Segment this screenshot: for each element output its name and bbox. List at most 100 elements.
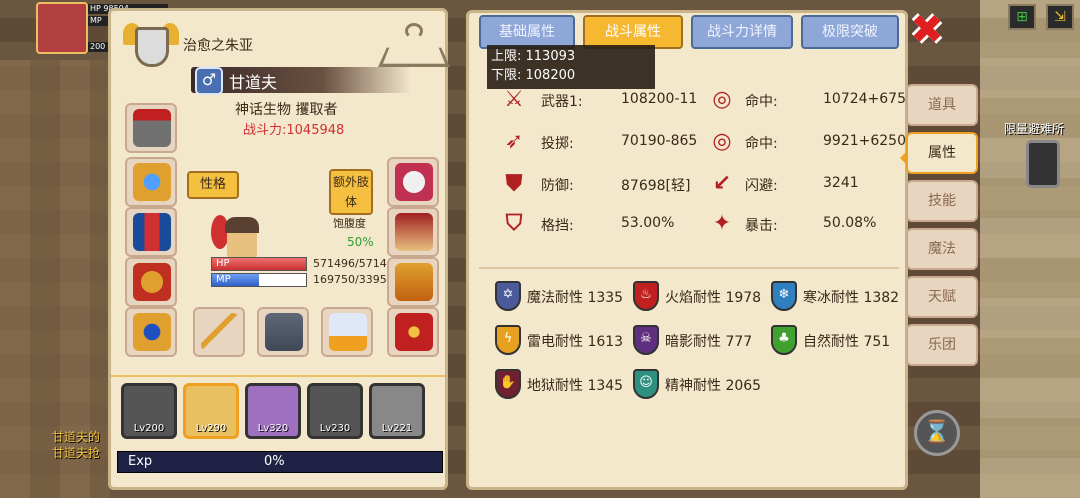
cape-icon [395, 213, 433, 251]
character-panel: 治愈之朱亚 ♂ 甘道夫 神话生物 攫取者 战斗力:1045948 性格 额外肢体… [108, 8, 450, 490]
hit1-value: 10724+6756 [823, 91, 915, 107]
tab-limit-break[interactable]: 极限突破 [801, 15, 899, 49]
throw-label: 投掷: [541, 136, 574, 152]
spear-icon [201, 313, 239, 351]
equip-slot-ring[interactable] [125, 307, 177, 357]
exp-label: Exp [128, 454, 153, 469]
wardrobe-hanger-icon[interactable] [378, 23, 450, 69]
equip-slot-glove[interactable] [387, 157, 439, 207]
mp-value: 169750/3395 [313, 273, 387, 286]
side-item-attributes[interactable]: 属性 [900, 132, 978, 174]
dodge-arrow-icon: ↙ [712, 171, 732, 196]
defense-value: 87698[轻] [621, 178, 691, 194]
weapon-label: 武器1: [541, 94, 583, 110]
side-item-magic[interactable]: 魔法 [906, 228, 978, 270]
armor-icon [133, 213, 171, 251]
team-member-2[interactable]: Lv290 [183, 383, 239, 439]
equip-slot-gauntlet[interactable] [125, 257, 177, 307]
tab-power-details[interactable]: 战斗力详情 [691, 15, 793, 49]
personality-button[interactable]: 性格 [187, 171, 239, 199]
hit1-label: 命中: [745, 94, 778, 110]
gauntlet-icon [133, 263, 171, 301]
demon-mask-icon [395, 313, 433, 351]
hourglass-icon[interactable]: ⌛ [914, 410, 960, 456]
equip-slot-offhand[interactable] [257, 307, 309, 357]
fire-icon: ♨ [633, 281, 659, 311]
bg-caption-2: 甘道夫抢 [52, 446, 101, 460]
close-button[interactable]: ✖ [908, 10, 946, 50]
damage-range-tooltip: 上限: 113093 下限: 108200 [487, 45, 655, 89]
shelter-label: 限量避难所 [1004, 122, 1065, 136]
equip-slot-accessory[interactable] [387, 307, 439, 357]
team-member-5[interactable]: Lv221 [369, 383, 425, 439]
team-member-1[interactable]: Lv200 [121, 383, 177, 439]
dragon-head-icon [265, 313, 303, 351]
bg-caption-1: 甘道夫的 [52, 430, 101, 444]
tab-combat-attributes[interactable]: 战斗属性 [583, 15, 683, 49]
block-label: 格挡: [541, 218, 574, 234]
divider [479, 267, 899, 269]
name-plate [191, 67, 411, 93]
hp-bar: HP [211, 257, 307, 271]
character-name: 甘道夫 [229, 73, 278, 92]
res-shadow: 暗影耐性 777 [665, 334, 753, 350]
res-fire: 火焰耐性 1978 [665, 290, 762, 306]
hp-value: 571496/5714 [313, 257, 387, 270]
male-icon: ♂ [195, 67, 223, 95]
magic-star-icon: ✡ [495, 281, 521, 311]
extra-limb-button[interactable]: 额外肢体 [329, 169, 373, 215]
critical-icon: ✦ [712, 211, 732, 236]
team-strip: Lv200 Lv290 Lv320 Lv230 Lv221 [111, 375, 445, 443]
hit2-label: 命中: [745, 136, 778, 152]
satiety-value: 50% [347, 235, 374, 249]
selected-arrow-icon [900, 150, 908, 166]
team-member-4[interactable]: Lv230 [307, 383, 363, 439]
exp-value: 0% [264, 454, 285, 469]
tab-base-attributes[interactable]: 基础属性 [479, 15, 575, 49]
equip-slot-belt[interactable] [321, 307, 373, 357]
tooltip-lower: 下限: 108200 [491, 68, 576, 83]
res-lightning: 雷电耐性 1613 [527, 334, 624, 350]
glove-icon [395, 163, 433, 201]
res-spirit: 精神耐性 2065 [665, 378, 762, 394]
map-tiles [980, 0, 1080, 498]
dodge-label: 闪避: [745, 178, 778, 194]
equip-slot-helmet[interactable] [125, 103, 177, 153]
exit-icon[interactable]: ⇲ [1046, 4, 1074, 30]
character-sprite [211, 211, 263, 263]
throw-value: 70190-865 [621, 133, 698, 149]
target-icon: ◎ [712, 87, 732, 112]
sword-icon: ⚔ [504, 87, 524, 112]
equip-slot-boots[interactable] [387, 257, 439, 307]
equip-slot-cape[interactable] [387, 207, 439, 257]
block-value: 53.00% [621, 215, 675, 231]
boots-icon [395, 263, 433, 301]
phone-icon[interactable] [1026, 140, 1060, 188]
side-item-talent[interactable]: 天赋 [906, 276, 978, 318]
exp-bar: Exp 0% [117, 451, 443, 473]
satiety-label: 饱腹度 [333, 217, 366, 230]
character-description: 神话生物 攫取者 [235, 102, 338, 118]
side-item-band[interactable]: 乐团 [906, 324, 978, 366]
leaf-icon: ♣ [771, 325, 797, 355]
target-icon: ◎ [712, 129, 732, 154]
underwear-icon [329, 313, 367, 351]
player-avatar[interactable] [36, 2, 88, 54]
side-item-skills[interactable]: 技能 [906, 180, 978, 222]
skull-icon: ☠ [633, 325, 659, 355]
crit-value: 50.08% [823, 215, 877, 231]
equip-slot-armor[interactable] [125, 207, 177, 257]
defense-label: 防御: [541, 178, 574, 194]
res-hell: 地狱耐性 1345 [527, 378, 624, 394]
side-item-items[interactable]: 道具 [906, 84, 978, 126]
dodge-value: 3241 [823, 175, 859, 191]
res-nature: 自然耐性 751 [803, 334, 891, 350]
mp-bar: MP [211, 273, 307, 287]
equip-slot-necklace[interactable] [125, 157, 177, 207]
equip-slot-weapon[interactable] [193, 307, 245, 357]
network-icon[interactable]: ⊞ [1008, 4, 1036, 30]
weapon-value: 108200-11 [621, 91, 698, 107]
combat-power: 战斗力:1045948 [243, 123, 345, 138]
team-member-3[interactable]: Lv320 [245, 383, 301, 439]
res-magic: 魔法耐性 1335 [527, 290, 624, 306]
